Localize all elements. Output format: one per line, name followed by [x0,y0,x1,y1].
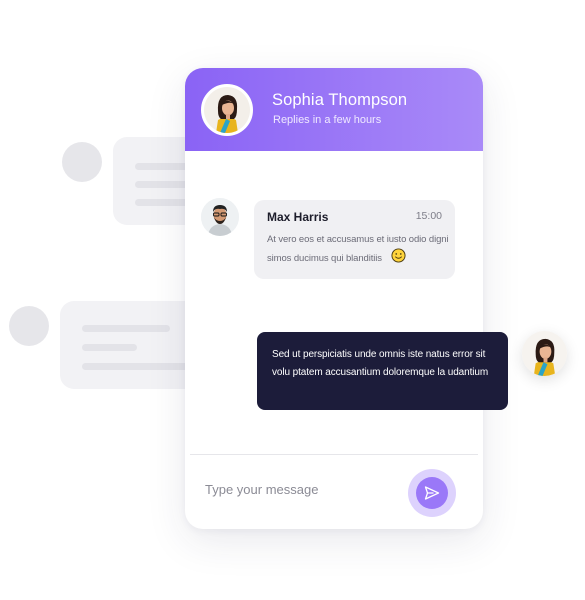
message-text: Sed ut perspiciatis unde omnis iste natu… [272,349,489,378]
sender-name: Max Harris [267,210,329,224]
contact-status: Replies in a few hours [273,114,382,126]
woman-avatar-icon [522,331,567,376]
man-avatar-icon [201,198,239,236]
chat-window: Sophia Thompson Replies in a few hours M… [185,68,483,529]
chat-header: Sophia Thompson Replies in a few hours [185,68,483,151]
avatar[interactable] [201,198,239,236]
composer-divider [190,454,478,455]
chat-widget-illustration: Sophia Thompson Replies in a few hours M… [0,0,585,600]
message-time: 15:00 [415,210,442,222]
outgoing-message: Sed ut perspiciatis unde omnis iste natu… [257,332,508,410]
message-text-wrap: At vero eos et accusamus et iusto odio d… [267,231,449,269]
woman-avatar-icon [204,87,250,133]
placeholder-line [82,325,170,332]
incoming-message: Max Harris 15:00 At vero eos et accusamu… [254,200,455,279]
placeholder-line [82,344,137,351]
message-input[interactable] [205,478,395,500]
avatar[interactable] [522,331,567,376]
placeholder-avatar [62,142,102,182]
message-text: At vero eos et accusamus et iusto odio d… [267,234,449,265]
smiley-face-icon [390,248,406,269]
contact-name: Sophia Thompson [272,91,408,109]
avatar[interactable] [201,84,253,136]
send-icon [424,486,440,500]
placeholder-avatar [9,306,49,346]
send-button-halo [408,469,456,517]
send-button[interactable] [416,477,448,509]
placeholder-line [82,363,192,370]
